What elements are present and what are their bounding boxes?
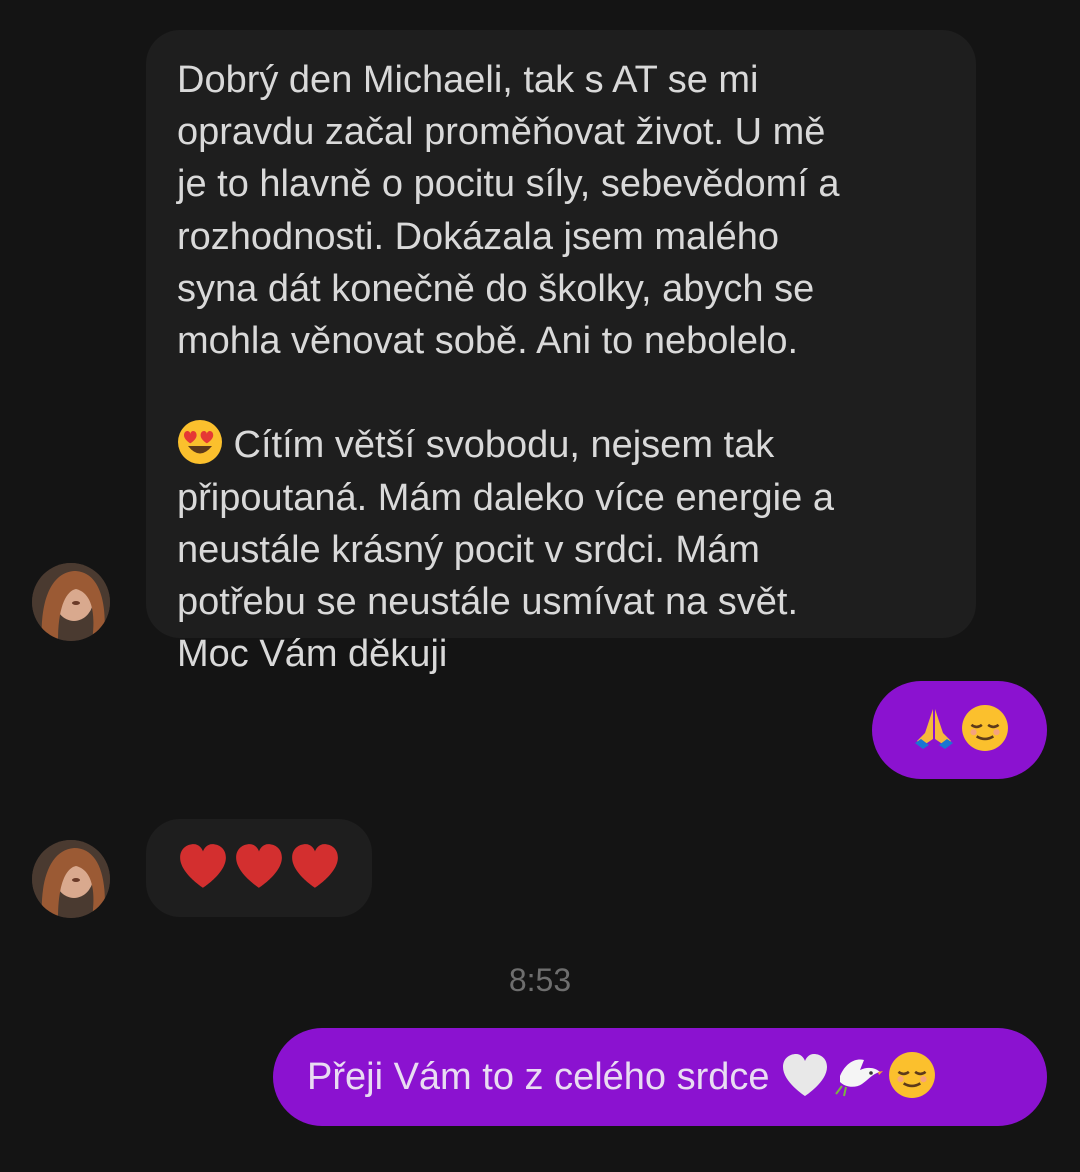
relieved-face-icon (961, 704, 1009, 757)
dove-icon (834, 1052, 884, 1103)
message-text: Dobrý den Michaeli, tak s AT se mi oprav… (177, 59, 840, 676)
outgoing-message-bubble[interactable]: Přeji Vám to z celého srdce (273, 1028, 1047, 1126)
smiling-face-with-heart-eyes-icon (177, 367, 223, 465)
red-heart-icon (177, 842, 229, 895)
incoming-message-bubble[interactable]: Dobrý den Michaeli, tak s AT se mi oprav… (146, 30, 976, 675)
red-heart-icon (233, 842, 285, 895)
incoming-message-bubble[interactable] (146, 819, 372, 917)
timestamp: 8:53 (508, 962, 572, 998)
relieved-face-icon (888, 1051, 936, 1104)
message-text: Přeji Vám to z celého srdce (307, 1056, 770, 1098)
outgoing-message-bubble[interactable] (872, 681, 1047, 779)
white-heart-icon (780, 1052, 830, 1103)
red-heart-icon (289, 842, 341, 895)
sender-avatar[interactable] (32, 563, 110, 641)
folded-hands-icon (911, 705, 957, 756)
sender-avatar[interactable] (32, 840, 110, 918)
